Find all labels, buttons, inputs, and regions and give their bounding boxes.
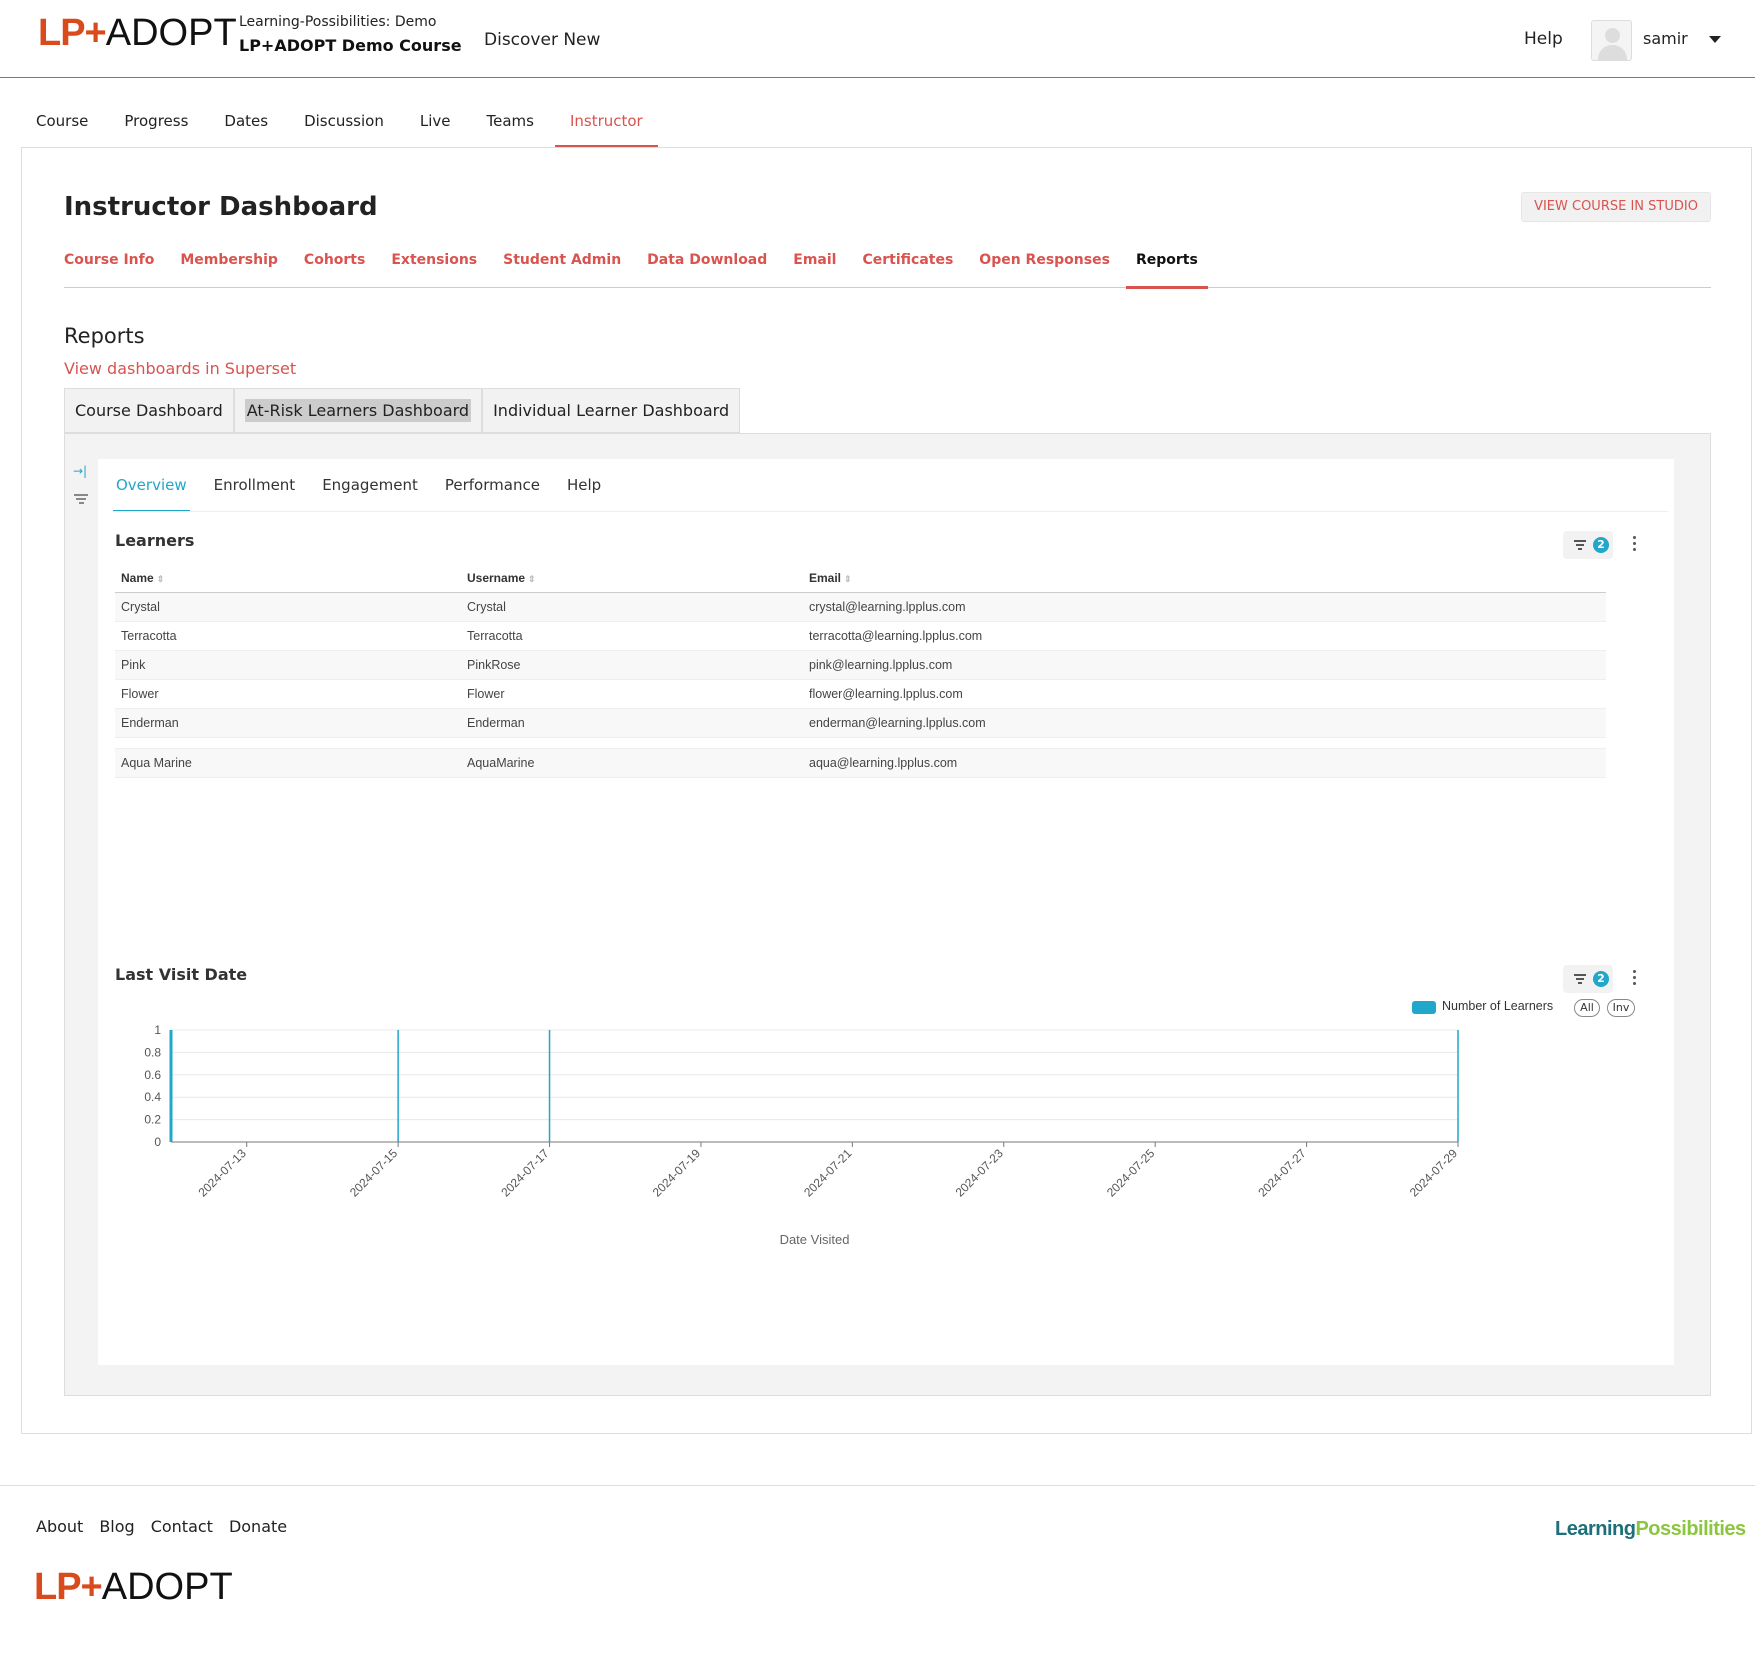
tab-individual-learner-dashboard[interactable]: Individual Learner Dashboard <box>482 388 741 433</box>
chart-bar <box>169 1030 173 1142</box>
view-in-studio-button[interactable]: VIEW COURSE IN STUDIO <box>1521 192 1711 222</box>
tab-individual-learner-dashboard-label: Individual Learner Dashboard <box>493 401 730 420</box>
x-tick-label: 2024-07-21 <box>801 1146 855 1200</box>
footer-divider <box>0 1485 1755 1486</box>
footer-links: About Blog Contact Donate <box>36 1517 303 1536</box>
x-tick-label: 2024-07-25 <box>1104 1146 1158 1200</box>
x-tick-label: 2024-07-17 <box>498 1146 552 1200</box>
filter-icon[interactable] <box>73 492 89 506</box>
footer-link-about[interactable]: About <box>36 1517 83 1536</box>
tab-extensions[interactable]: Extensions <box>391 238 477 288</box>
footer-logo-lp: LP+ <box>34 1566 103 1608</box>
course-nav-item-dates[interactable]: Dates <box>224 98 268 148</box>
instructor-dashboard-panel: Instructor Dashboard VIEW COURSE IN STUD… <box>21 147 1752 1434</box>
discover-new-link[interactable]: Discover New <box>484 30 600 50</box>
y-tick-label: 0.8 <box>144 1045 161 1059</box>
y-tick-label: 0.4 <box>144 1090 161 1104</box>
site-header: LP+ADOPT Learning-Possibilities: Demo LP… <box>0 0 1755 78</box>
help-link[interactable]: Help <box>1524 29 1563 49</box>
logo-lp: LP+ <box>38 12 107 54</box>
x-tick-label: 2024-07-19 <box>650 1146 704 1200</box>
chart-bar <box>397 1030 399 1142</box>
tab-student-admin[interactable]: Student Admin <box>503 238 621 288</box>
x-tick-label: 2024-07-13 <box>196 1146 250 1200</box>
y-tick-label: 0.2 <box>144 1113 161 1127</box>
logo-adopt: ADOPT <box>105 12 237 54</box>
brand-part-1: Learning <box>1555 1518 1636 1540</box>
user-menu-caret-icon[interactable] <box>1709 36 1721 43</box>
brand-part-2: Possibilities <box>1635 1518 1746 1540</box>
reports-heading: Reports <box>64 324 145 348</box>
footer-logo[interactable]: LP+ADOPT <box>34 1566 233 1609</box>
tab-cohorts[interactable]: Cohorts <box>304 238 365 288</box>
tab-course-dashboard[interactable]: Course Dashboard <box>64 388 234 433</box>
dashboard-tabs: Course Dashboard At-Risk Learners Dashbo… <box>64 388 741 433</box>
course-nav: Course Progress Dates Discussion Live Te… <box>36 98 679 148</box>
tab-data-download[interactable]: Data Download <box>647 238 767 288</box>
tab-at-risk-dashboard[interactable]: At-Risk Learners Dashboard <box>233 388 483 433</box>
x-tick-label: 2024-07-29 <box>1407 1146 1461 1200</box>
tab-course-dashboard-label: Course Dashboard <box>75 401 223 420</box>
avatar[interactable] <box>1591 20 1632 61</box>
course-nav-item-instructor[interactable]: Instructor <box>554 98 658 148</box>
superset-dashboard: Overview Enrollment Engagement Performan… <box>98 459 1674 1365</box>
y-tick-label: 0.6 <box>144 1068 161 1082</box>
y-tick-label: 1 <box>154 1023 161 1037</box>
footer-link-contact[interactable]: Contact <box>151 1517 213 1536</box>
course-nav-item-teams[interactable]: Teams <box>486 98 533 148</box>
superset-embed: →| Overview Enrollment Engagement Perfor… <box>64 433 1711 1396</box>
tab-course-info[interactable]: Course Info <box>64 238 154 288</box>
expand-filters-icon[interactable]: →| <box>73 464 87 478</box>
page-title: Instructor Dashboard <box>64 192 378 222</box>
footer-link-blog[interactable]: Blog <box>99 1517 134 1536</box>
superset-link[interactable]: View dashboards in Superset <box>64 359 296 378</box>
tab-at-risk-dashboard-label: At-Risk Learners Dashboard <box>244 399 472 422</box>
site-logo[interactable]: LP+ADOPT <box>38 12 237 55</box>
chart-bar <box>548 1030 551 1142</box>
x-tick-label: 2024-07-23 <box>953 1146 1007 1200</box>
x-axis-label: Date Visited <box>780 1232 850 1247</box>
y-tick-label: 0 <box>154 1135 161 1149</box>
last-visit-chart: 0 0.2 0.4 0.6 0.8 1 2024-07-13 2024-07-15 2024-0… <box>144 1023 1461 1247</box>
tab-membership[interactable]: Membership <box>180 238 278 288</box>
tab-email[interactable]: Email <box>793 238 836 288</box>
tab-certificates[interactable]: Certificates <box>862 238 953 288</box>
username[interactable]: samir <box>1643 29 1688 48</box>
learning-possibilities-logo[interactable]: LearningPossibilities <box>1555 1518 1746 1541</box>
course-nav-item-progress[interactable]: Progress <box>124 98 188 148</box>
course-nav-item-discussion[interactable]: Discussion <box>304 98 384 148</box>
chart-bar <box>1457 1030 1459 1142</box>
course-name: LP+ADOPT Demo Course <box>239 36 462 55</box>
tab-reports[interactable]: Reports <box>1125 238 1208 289</box>
course-info: Learning-Possibilities: Demo LP+ADOPT De… <box>239 14 462 55</box>
avatar-body-icon <box>1598 45 1627 60</box>
course-nav-item-course[interactable]: Course <box>36 98 88 148</box>
avatar-head-icon <box>1605 28 1620 43</box>
course-org: Learning-Possibilities: Demo <box>239 14 437 30</box>
x-tick-label: 2024-07-27 <box>1255 1146 1309 1200</box>
instructor-tabs: Course Info Membership Cohorts Extension… <box>64 238 1711 289</box>
course-nav-item-live[interactable]: Live <box>420 98 451 148</box>
footer-logo-adopt: ADOPT <box>101 1566 233 1608</box>
tab-open-responses[interactable]: Open Responses <box>979 238 1110 288</box>
footer-link-donate[interactable]: Donate <box>229 1517 287 1536</box>
x-tick-label: 2024-07-15 <box>347 1146 401 1200</box>
